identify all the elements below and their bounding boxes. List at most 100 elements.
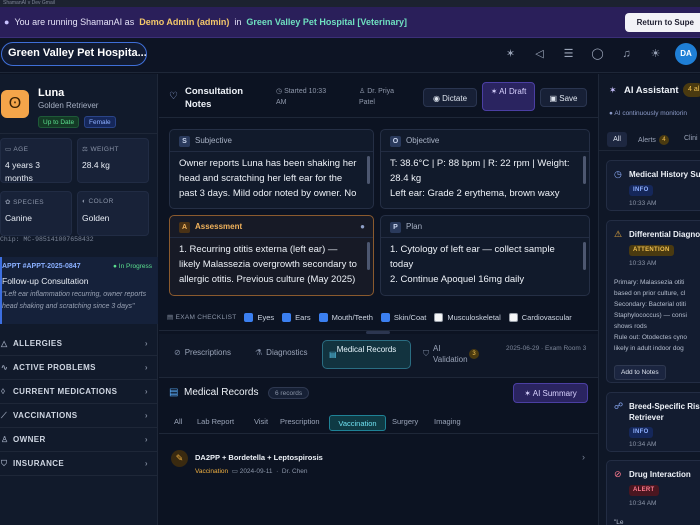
save-button[interactable]: ▣ Save bbox=[540, 88, 587, 107]
ai-summary-label: AI Summary bbox=[532, 389, 577, 398]
chevron-right-icon: › bbox=[144, 411, 148, 420]
tab-ai-validation[interactable]: ⛉ AI Validation3 bbox=[423, 343, 479, 365]
page-title: Consultation Notes bbox=[185, 86, 244, 110]
stat-label: AGE bbox=[13, 146, 29, 153]
checklist-icon[interactable]: ☰ bbox=[561, 47, 576, 62]
user-icon: ♙ bbox=[359, 88, 368, 95]
chat-icon[interactable]: ◯ bbox=[590, 47, 605, 62]
section-vaccinations[interactable]: ⟋ VACCINATIONS › bbox=[0, 404, 158, 428]
exam-item-label: Mouth/Teeth bbox=[331, 312, 373, 322]
microchip-id: Chip: MC-985141007658432 bbox=[0, 236, 94, 243]
exam-item-mouth[interactable]: Mouth/Teeth bbox=[318, 312, 373, 322]
add-to-notes-button[interactable]: Add to Notes bbox=[614, 365, 666, 380]
exam-item-eyes[interactable]: Eyes bbox=[244, 312, 274, 322]
pet-name: Luna bbox=[38, 87, 65, 99]
scrollbar[interactable] bbox=[367, 242, 370, 270]
ai-draft-button[interactable]: ✶ AI Draft bbox=[482, 82, 535, 111]
bottom-tabs: ⊘ Prescriptions ⚗ Diagnostics ▤ Medical Rec… bbox=[159, 334, 598, 378]
section-allergies[interactable]: △ ALLERGIES › bbox=[0, 332, 158, 356]
insight-card[interactable]: ⊘ Drug Interaction ALERT 10:34 AM "Le bbox=[606, 460, 700, 525]
tab-all[interactable]: All bbox=[607, 132, 627, 147]
pet-breed: Golden Retriever bbox=[38, 101, 99, 110]
insight-line: likely in adult indoor dog bbox=[614, 345, 684, 352]
insight-card[interactable]: ◷ Medical History Su INFO 10:33 AM bbox=[606, 160, 700, 211]
ai-draft-label: AI Draft bbox=[499, 87, 527, 96]
bell-icon[interactable]: ♫ bbox=[619, 47, 634, 62]
exam-checklist: ▤ EXAM CHECKLIST Eyes Ears Mouth/Teeth S… bbox=[159, 307, 598, 327]
checkbox[interactable] bbox=[244, 312, 254, 322]
checkbox[interactable] bbox=[318, 312, 328, 322]
scrollbar[interactable] bbox=[583, 242, 586, 270]
exam-item-skin[interactable]: Skin/Coat bbox=[380, 312, 426, 322]
tab-count-badge: 3 bbox=[469, 349, 479, 359]
tab-clinical[interactable]: Clini bbox=[684, 135, 698, 142]
megaphone-icon[interactable]: ◁ bbox=[532, 47, 547, 62]
scrollbar[interactable] bbox=[583, 156, 586, 184]
filter-all[interactable]: All bbox=[174, 417, 182, 426]
started-time: ◷ Started 10:33 AM bbox=[276, 86, 336, 108]
assistant-tabs: All Alerts 4 Clini bbox=[599, 129, 700, 151]
exam-item-ears[interactable]: Ears bbox=[282, 312, 311, 322]
tab-diagnostics[interactable]: ⚗ Diagnostics bbox=[255, 348, 308, 357]
section-insurance[interactable]: ⛉ INSURANCE › bbox=[0, 452, 158, 476]
sparkle-icon: ✶ bbox=[609, 85, 617, 95]
pill-icon: ◊ bbox=[1, 387, 6, 396]
chevron-right-icon: › bbox=[144, 339, 148, 348]
tab-alerts[interactable]: Alerts 4 bbox=[638, 135, 669, 145]
insight-time: 10:33 AM bbox=[629, 200, 657, 207]
filter-visit[interactable]: Visit bbox=[254, 417, 268, 426]
soap-text[interactable]: 1. Cytology of left ear — collect sample… bbox=[381, 238, 589, 287]
dictate-button[interactable]: ◉ Dictate bbox=[423, 88, 477, 107]
filter-surgery[interactable]: Surgery bbox=[392, 417, 418, 426]
checkbox[interactable] bbox=[508, 312, 518, 322]
chevron-right-icon[interactable]: › bbox=[582, 452, 585, 462]
sun-icon[interactable]: ☀ bbox=[648, 47, 663, 62]
record-row[interactable]: ✎ DA2PP + Bordetella + Leptospirosis Vac… bbox=[159, 446, 598, 480]
soap-assessment[interactable]: A Assessment ● 1. Recurring otitis externa… bbox=[169, 215, 374, 296]
appointment-card[interactable]: APPT #APPT-2025-0847 ● In Progress Follo… bbox=[0, 257, 158, 324]
tab-prescriptions[interactable]: ⊘ Prescriptions bbox=[174, 348, 231, 357]
checkbox[interactable] bbox=[380, 312, 390, 322]
clinic-selector[interactable]: Green Valley Pet Hospita... bbox=[1, 42, 147, 66]
avatar[interactable]: DA bbox=[675, 43, 697, 65]
calendar-icon: ▭ bbox=[231, 468, 240, 475]
checkbox[interactable] bbox=[434, 312, 444, 322]
sparkle-icon[interactable]: ✶ bbox=[503, 47, 518, 62]
scrollbar[interactable] bbox=[367, 156, 370, 184]
soap-objective[interactable]: O Objective T: 38.6°C | P: 88 bpm | R: 22… bbox=[380, 129, 590, 209]
exam-item-musculoskeletal[interactable]: Musculoskeletal bbox=[434, 312, 501, 322]
soap-text[interactable]: 1. Recurring otitis externa (left ear) —… bbox=[170, 238, 373, 287]
stat-label: SPECIES bbox=[13, 199, 45, 206]
soap-text[interactable]: T: 38.6°C | P: 88 bpm | R: 22 rpm | Weig… bbox=[381, 152, 589, 201]
insight-card[interactable]: ☍ Breed-Specific Ris Retriever INFO 10:34… bbox=[606, 392, 700, 452]
stat-color: ◐ COLOR Golden bbox=[77, 191, 149, 236]
appointment-status: ● In Progress bbox=[113, 263, 152, 270]
filter-lab-report[interactable]: Lab Report bbox=[197, 417, 234, 426]
filter-imaging[interactable]: Imaging bbox=[434, 417, 461, 426]
return-button[interactable]: Return to Supe bbox=[624, 13, 700, 32]
assistant-title: AI Assistant bbox=[624, 85, 679, 96]
section-owner[interactable]: ♙ OWNER › bbox=[0, 428, 158, 452]
started-text: Started 10:33 AM bbox=[276, 88, 327, 106]
section-label: ALLERGIES bbox=[13, 339, 63, 348]
section-active-problems[interactable]: ∿ ACTIVE PROBLEMS › bbox=[0, 356, 158, 380]
ai-summary-button[interactable]: ✶ AI Summary bbox=[513, 383, 588, 403]
soap-subjective[interactable]: S Subjective Owner reports Luna has been … bbox=[169, 129, 374, 209]
insight-card[interactable]: ⚠ Differential Diagnos ATTENTION 10:33 A… bbox=[606, 220, 700, 383]
tab-medical-records[interactable]: ▤ Medical Records bbox=[322, 340, 411, 369]
clipboard-icon: ▤ bbox=[167, 314, 176, 321]
soap-letter: O bbox=[390, 136, 401, 147]
chevron-right-icon: › bbox=[144, 459, 148, 468]
exam-item-cardiovascular[interactable]: Cardiovascular bbox=[508, 312, 572, 322]
sex-badge: Female bbox=[84, 116, 116, 128]
soap-plan[interactable]: P Plan 1. Cytology of left ear — collect … bbox=[380, 215, 590, 296]
pet-face-icon: ʘ bbox=[1, 90, 29, 118]
filter-prescription[interactable]: Prescription bbox=[280, 417, 320, 426]
soap-letter: S bbox=[179, 136, 190, 147]
section-current-medications[interactable]: ◊ CURRENT MEDICATIONS › bbox=[0, 380, 158, 404]
filter-vaccination[interactable]: Vaccination bbox=[329, 415, 386, 431]
soap-text[interactable]: Owner reports Luna has been shaking her … bbox=[170, 152, 373, 201]
checkbox[interactable] bbox=[282, 312, 292, 322]
impersonation-banner: ● You are running ShamanAI as Demo Admin… bbox=[0, 7, 700, 38]
soap-title: Assessment bbox=[195, 222, 243, 231]
